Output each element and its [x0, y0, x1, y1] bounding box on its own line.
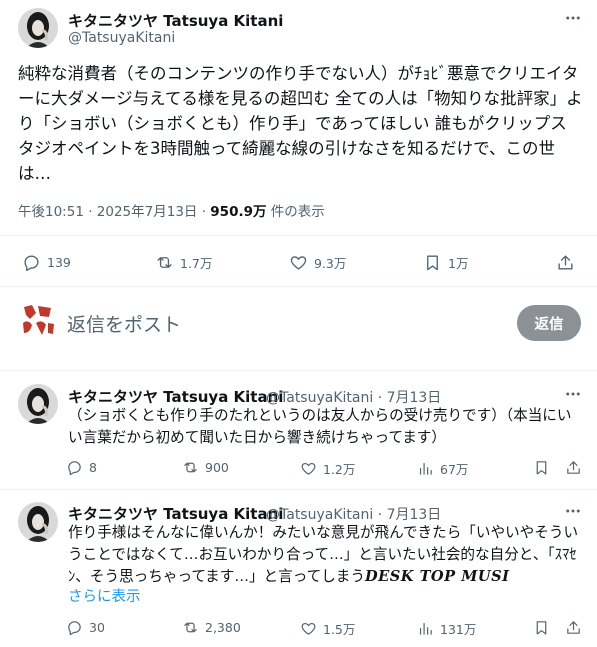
show-more-link[interactable]: さらに表示	[68, 585, 141, 606]
repost-count: 1.7万	[180, 256, 213, 271]
author-handle[interactable]: @TatsuyaKitani	[68, 30, 175, 46]
author-avatar[interactable]	[18, 8, 58, 48]
share-button[interactable]	[556, 253, 581, 272]
reply-submit-button[interactable]: 返信	[517, 305, 581, 341]
like-count: 1.2万	[323, 462, 356, 477]
reply-count: 139	[47, 255, 71, 270]
like-icon	[290, 256, 307, 270]
share-icon	[567, 461, 580, 474]
repost-count: 2,380	[205, 620, 241, 635]
repost-icon	[157, 257, 172, 268]
reply-input[interactable]: 返信をポスト	[67, 310, 181, 337]
like-button[interactable]: 9.3万	[289, 253, 346, 272]
repost-count: 900	[205, 460, 229, 475]
bookmark-icon	[536, 461, 547, 475]
divider	[0, 370, 597, 371]
bookmark-button[interactable]	[533, 459, 556, 476]
reply-text: 作り手様はそんなに偉いんか！みたいな意見が飛んできたら「いやいやそういうことでは…	[68, 522, 583, 588]
share-button[interactable]	[565, 459, 588, 476]
like-button[interactable]: 1.2万	[300, 459, 355, 478]
current-user-avatar[interactable]	[18, 301, 58, 341]
reply-count: 8	[89, 460, 97, 475]
bookmark-button[interactable]	[533, 619, 556, 636]
divider	[0, 235, 597, 236]
reply-button[interactable]: 139	[22, 253, 71, 272]
like-icon	[301, 622, 316, 635]
share-button[interactable]	[565, 619, 588, 636]
reply-text: （ショボくとも作り手のたれというのは友人からの受け売りです）（本当にいい言葉だか…	[68, 407, 572, 446]
reply-icon	[68, 621, 81, 636]
like-icon	[301, 462, 316, 475]
reply-icon	[24, 255, 39, 272]
more-icon[interactable]	[562, 387, 584, 401]
reply-meta[interactable]: @TatsuyaKitani · 7月13日	[266, 387, 441, 407]
reply-button[interactable]: 8	[66, 459, 97, 476]
repost-button[interactable]: 2,380	[182, 619, 241, 636]
like-count: 9.3万	[314, 256, 347, 271]
bookmark-button[interactable]: 1万	[423, 253, 468, 272]
reply-author-avatar[interactable]	[18, 384, 58, 424]
more-icon[interactable]	[562, 11, 584, 25]
reply-author-name[interactable]: キタニタツヤ Tatsuya Kitani	[68, 503, 283, 524]
tweet-text: 純粋な消費者（そのコンテンツの作り手でない人）がﾁｮﾋﾞ悪意でクリエイターに大ダ…	[18, 64, 583, 183]
reply-count: 30	[89, 620, 105, 635]
repost-icon	[184, 622, 197, 633]
divider	[0, 286, 597, 287]
reply-author-avatar[interactable]	[18, 502, 58, 542]
views-count: 67万	[440, 462, 469, 477]
views-label: 件の表示	[266, 204, 325, 220]
like-count: 1.5万	[323, 622, 356, 637]
like-button[interactable]: 1.5万	[300, 619, 355, 638]
bookmark-icon	[536, 621, 547, 635]
views-icon	[419, 622, 432, 635]
views-count: 131万	[440, 622, 477, 637]
views-count: 950.9万	[210, 204, 267, 220]
reply-text-tail: DESK TOP MUSI	[364, 568, 510, 585]
divider	[0, 489, 597, 490]
author-name[interactable]: キタニタツヤ Tatsuya Kitani	[68, 10, 283, 31]
reply-icon	[68, 461, 81, 476]
tweet-meta: 午後10:51 · 2025年7月13日 · 950.9万 件の表示	[18, 200, 325, 220]
views-button[interactable]: 67万	[417, 459, 468, 478]
views-icon	[419, 462, 432, 475]
reply-meta[interactable]: @TatsuyaKitani · 7月13日	[266, 504, 441, 524]
repost-icon	[184, 462, 197, 473]
reply-author-name[interactable]: キタニタツヤ Tatsuya Kitani	[68, 386, 283, 407]
share-icon	[567, 621, 580, 634]
repost-button[interactable]: 1.7万	[155, 253, 212, 272]
tweet-timestamp[interactable]: 午後10:51 · 2025年7月13日 ·	[18, 204, 210, 220]
more-icon[interactable]	[562, 504, 584, 518]
reply-button[interactable]: 30	[66, 619, 105, 636]
views-button[interactable]: 131万	[417, 619, 476, 638]
share-icon	[558, 255, 573, 270]
bookmark-icon	[427, 255, 438, 271]
bookmark-count: 1万	[448, 256, 469, 271]
repost-button[interactable]: 900	[182, 459, 229, 476]
